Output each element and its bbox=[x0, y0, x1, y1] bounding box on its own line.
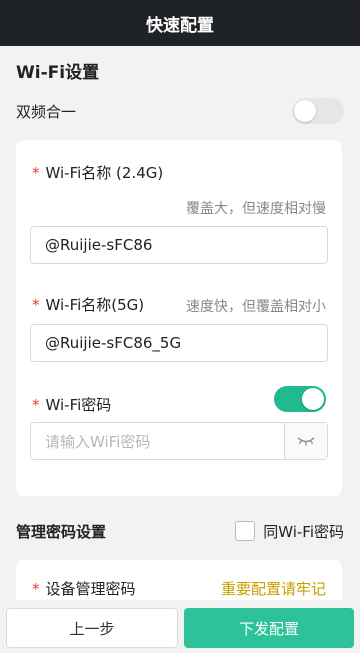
ssid-24g-hint: 覆盖大，但速度相对慢 bbox=[186, 201, 326, 217]
apply-config-button[interactable]: 下发配置 bbox=[184, 608, 354, 648]
device-password-label-row: * 设备管理密码 bbox=[32, 578, 136, 599]
wifi-password-toggle[interactable] bbox=[274, 386, 326, 412]
wifi-password-input[interactable]: 请输入WiFi密码 bbox=[30, 422, 328, 460]
required-mark: * bbox=[32, 164, 40, 182]
show-password-button[interactable] bbox=[284, 423, 327, 459]
admin-section-row: 管理密码设置 同Wi-Fi密码 bbox=[16, 516, 344, 546]
same-as-wifi-option[interactable]: 同Wi-Fi密码 bbox=[235, 521, 344, 542]
ssid-24g-value: @Ruijie-sFC86 bbox=[45, 236, 153, 254]
previous-step-button[interactable]: 上一步 bbox=[6, 608, 178, 648]
wifi-password-label: Wi-Fi密码 bbox=[45, 396, 112, 414]
wifi-section-title: Wi-Fi设置 bbox=[16, 63, 100, 83]
ssid-24g-label: Wi-Fi名称 (2.4G) bbox=[45, 164, 164, 182]
wifi-settings-card: * Wi-Fi名称 (2.4G) 覆盖大，但速度相对慢 @Ruijie-sFC86… bbox=[16, 140, 342, 496]
toggle-knob bbox=[302, 388, 324, 410]
dual-band-toggle[interactable] bbox=[292, 98, 344, 124]
admin-section-title: 管理密码设置 bbox=[16, 522, 107, 541]
dual-band-label: 双频合一 bbox=[16, 102, 77, 121]
ssid-5g-label: Wi-Fi名称(5G) bbox=[45, 296, 145, 314]
ssid-5g-input[interactable]: @Ruijie-sFC86_5G bbox=[30, 324, 328, 362]
device-password-note: 重要配置请牢记 bbox=[220, 580, 326, 598]
footer-bar: 上一步 下发配置 bbox=[0, 600, 360, 653]
toggle-knob bbox=[294, 100, 316, 122]
ssid-5g-value: @Ruijie-sFC86_5G bbox=[45, 334, 182, 352]
device-password-label: 设备管理密码 bbox=[45, 580, 136, 598]
ssid-5g-hint: 速度快，但覆盖相对小 bbox=[186, 299, 326, 315]
ssid-24g-label-row: * Wi-Fi名称 (2.4G) bbox=[32, 162, 163, 183]
same-as-wifi-label: 同Wi-Fi密码 bbox=[263, 522, 344, 541]
required-mark: * bbox=[32, 396, 40, 414]
ssid-5g-label-row: * Wi-Fi名称(5G) bbox=[32, 294, 144, 315]
app-header: 快速配置 bbox=[0, 0, 360, 46]
same-as-wifi-checkbox[interactable] bbox=[235, 521, 256, 541]
page-title: 快速配置 bbox=[146, 15, 214, 36]
eye-closed-icon bbox=[297, 437, 315, 446]
required-mark: * bbox=[32, 580, 40, 598]
dual-band-row: 双频合一 bbox=[16, 96, 344, 126]
required-mark: * bbox=[32, 296, 40, 314]
ssid-24g-input[interactable]: @Ruijie-sFC86 bbox=[30, 226, 328, 264]
wifi-password-label-row: * Wi-Fi密码 bbox=[32, 394, 111, 415]
wifi-password-placeholder: 请输入WiFi密码 bbox=[45, 432, 151, 451]
